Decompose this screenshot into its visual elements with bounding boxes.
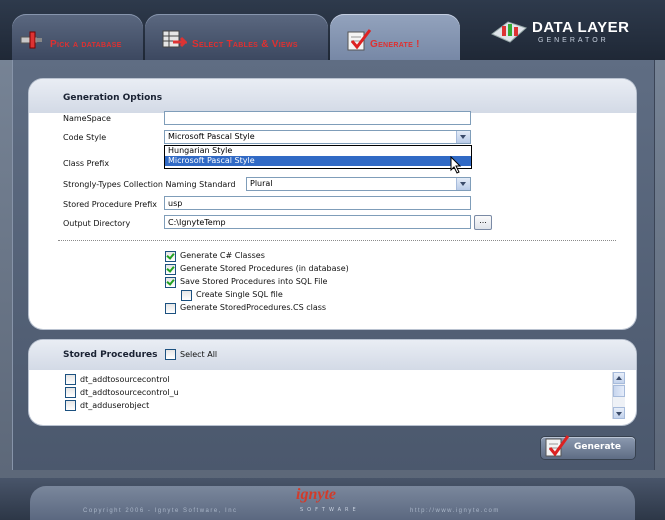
- stored-procedures-title: Stored Procedures: [63, 350, 158, 360]
- checkmark-icon: [347, 29, 372, 51]
- generate-button[interactable]: Generate: [541, 435, 635, 459]
- database-plug-icon: [20, 31, 42, 49]
- code-style-dropdown-list[interactable]: Hungarian Style Microsoft Pascal Style: [164, 145, 472, 169]
- sp-item-checkbox[interactable]: [65, 374, 76, 385]
- tab-select-tables[interactable]: Select Tables & Views: [145, 14, 328, 60]
- scroll-thumb[interactable]: [613, 385, 625, 397]
- scroll-up-icon[interactable]: [613, 372, 625, 384]
- chevron-down-icon[interactable]: [456, 131, 470, 143]
- generate-classes-checkbox[interactable]: [165, 251, 176, 262]
- sp-prefix-label: Stored Procedure Prefix: [63, 200, 157, 209]
- collection-naming-label: Strongly-Types Collection Naming Standar…: [63, 180, 236, 189]
- sp-item-label: dt_adduserobject: [80, 401, 150, 410]
- single-sql-file-checkbox[interactable]: [181, 290, 192, 301]
- ignyte-logo: ignyte: [296, 486, 336, 503]
- brand-title: DATA LAYER: [532, 19, 630, 36]
- tables-icon: [162, 30, 187, 48]
- generate-button-label: Generate: [574, 442, 621, 452]
- generate-sp-class-label: Generate StoredProcedures.CS class: [180, 303, 327, 312]
- website-link[interactable]: http://www.ignyte.com: [410, 508, 500, 514]
- generate-classes-label: Generate C# Classes: [180, 251, 265, 260]
- output-directory-input[interactable]: C:\IgnyteTemp: [164, 215, 471, 229]
- generate-sp-class-checkbox[interactable]: [165, 303, 176, 314]
- dropdown-option-selected[interactable]: Microsoft Pascal Style: [165, 156, 471, 166]
- namespace-label: NameSpace: [63, 114, 111, 123]
- browse-button[interactable]: ...: [474, 215, 492, 230]
- mouse-cursor-icon: [450, 156, 462, 174]
- collection-naming-value: Plural: [250, 179, 273, 188]
- brand-subtitle: GENERATOR: [538, 37, 609, 44]
- generate-sp-db-checkbox[interactable]: [165, 264, 176, 275]
- dropdown-option[interactable]: Hungarian Style: [165, 146, 471, 156]
- sp-list-scrollbar[interactable]: [612, 372, 625, 419]
- tab-label: Generate !: [370, 39, 420, 50]
- checkmark-icon: [545, 435, 570, 457]
- tab-label: Select Tables & Views: [192, 39, 298, 50]
- code-style-label: Code Style: [63, 133, 107, 142]
- output-directory-label: Output Directory: [63, 219, 131, 228]
- save-sp-file-label: Save Stored Procedures into SQL File: [180, 277, 328, 286]
- code-style-value: Microsoft Pascal Style: [168, 132, 255, 141]
- generation-options-title: Generation Options: [63, 93, 163, 103]
- save-sp-file-checkbox[interactable]: [165, 277, 176, 288]
- tab-label: Pick a database: [50, 39, 122, 50]
- sp-prefix-input[interactable]: usp: [164, 196, 471, 210]
- collection-naming-select[interactable]: Plural: [246, 177, 471, 191]
- sp-item-label: dt_addtosourcecontrol_u: [80, 388, 179, 397]
- generate-sp-db-label: Generate Stored Procedures (in database): [180, 264, 349, 273]
- copyright-text: Copyright 2006 - Ignyte Software, Inc: [83, 508, 238, 514]
- chevron-down-icon[interactable]: [456, 178, 470, 190]
- class-prefix-label: Class Prefix: [63, 159, 110, 168]
- tab-generate[interactable]: Generate !: [330, 14, 460, 60]
- scroll-down-icon[interactable]: [613, 407, 625, 419]
- divider: [58, 240, 616, 241]
- sp-item-label: dt_addtosourcecontrol: [80, 375, 170, 384]
- sp-item-checkbox[interactable]: [65, 400, 76, 411]
- select-all-checkbox[interactable]: [165, 349, 176, 360]
- ignyte-logo-sub: SOFTWARE: [300, 507, 360, 513]
- code-style-select[interactable]: Microsoft Pascal Style: [164, 130, 471, 144]
- namespace-input[interactable]: [164, 111, 471, 125]
- select-all-label: Select All: [180, 350, 218, 359]
- sp-item-checkbox[interactable]: [65, 387, 76, 398]
- data-layer-logo-icon: [491, 21, 527, 43]
- single-sql-file-label: Create Single SQL file: [196, 290, 283, 299]
- tab-pick-database[interactable]: Pick a database: [12, 14, 143, 60]
